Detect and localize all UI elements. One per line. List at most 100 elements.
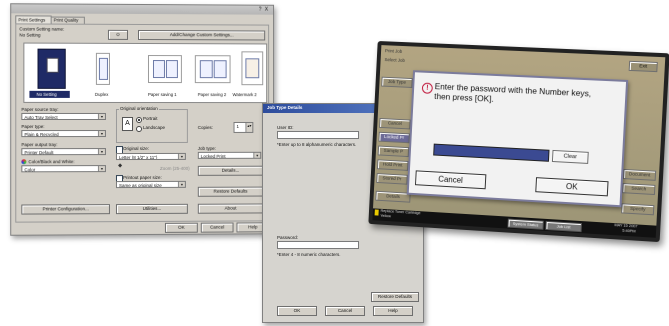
thumbnail-duplex[interactable] [95, 52, 110, 85]
paper-source-value: Auto Tray Select [24, 114, 58, 121]
thumbnail-label: Duplex [94, 91, 109, 97]
thumbnail-paper-saving-1[interactable] [147, 55, 182, 84]
chevron-down-icon: ▾ [97, 131, 105, 137]
print-settings-dialog: ? X Print Settings Print Quality Custom … [10, 3, 275, 236]
job-type-label: Job type: [197, 145, 216, 151]
paper-source-select[interactable]: Auto Tray Select ▾ [21, 112, 106, 121]
ok-button[interactable]: OK [277, 306, 317, 316]
chevron-down-icon: ▾ [253, 152, 261, 158]
paper-type-value: Plain & Recycled [24, 132, 59, 138]
zoom-icon: ⬥ [117, 163, 123, 170]
cancel-button[interactable]: Cancel [200, 222, 234, 233]
restore-defaults-button[interactable]: Restore Defaults [371, 292, 419, 302]
about-button[interactable]: About [197, 203, 264, 214]
chevron-down-icon: ▾ [97, 149, 105, 155]
portrait-radio[interactable] [136, 116, 143, 124]
paper-output-label: Paper output tray: [21, 142, 58, 148]
cancel-button[interactable]: Cancel [414, 170, 487, 190]
thumbnail-watermark-2[interactable] [241, 51, 264, 86]
exit-button[interactable]: Exit [628, 60, 658, 73]
panel-right-item[interactable]: Search [622, 183, 656, 196]
cancel-button[interactable]: Cancel [325, 306, 365, 316]
utilities-button[interactable]: Utilities... [115, 203, 188, 215]
paper-output-select[interactable]: Printer Default ▾ [21, 148, 106, 156]
landscape-radio[interactable] [136, 126, 143, 133]
orientation-label: Original orientation [118, 105, 159, 112]
thumbnail-label: Paper saving 2 [197, 92, 227, 98]
panel-left-item[interactable]: Job Type [381, 76, 413, 88]
landscape-label: Landscape [143, 124, 165, 130]
watermark-icon [245, 58, 260, 79]
help-button[interactable]: Help [373, 306, 413, 316]
panel-subtitle: Select Job [384, 57, 406, 63]
thumbnail-no-setting[interactable] [37, 48, 66, 89]
color-label: Color/Black and White: [28, 159, 75, 165]
panel-right-item[interactable]: Specify [621, 203, 655, 216]
thumbnail-label: Watermark 2 [232, 92, 257, 98]
user-id-input[interactable] [277, 131, 359, 139]
orientation-page-icon: A [121, 116, 134, 132]
page-icon [152, 60, 165, 79]
password-label: Password: [277, 235, 299, 240]
paper-output-value: Printer Default [24, 150, 54, 156]
dialog-title: Job Type Details [267, 105, 303, 110]
panel-left-item[interactable]: Locked Pr [378, 131, 410, 144]
details-button[interactable]: Details... [197, 165, 264, 176]
chevron-down-icon: ▾ [177, 181, 185, 187]
page-icon [213, 60, 227, 79]
copies-input[interactable]: 1 ▴▾ [233, 121, 254, 133]
dialog-title-bar [11, 4, 274, 15]
color-icon [21, 159, 27, 165]
title-bar-controls[interactable]: ? X [259, 7, 269, 13]
panel-left-item[interactable]: Cancel [379, 118, 411, 130]
password-prompt-popup: ! Enter the password with the Number key… [406, 70, 629, 208]
portrait-label: Portrait [143, 116, 158, 121]
zoom-label: Zoom (25-400) [159, 165, 190, 171]
custom-setting-label: Custom Setting name: [19, 26, 65, 32]
printout-size-value: Same as original size [118, 182, 162, 189]
clear-button[interactable]: Clear [551, 149, 589, 164]
chevron-down-icon: ▾ [97, 113, 105, 119]
control-panel-bezel: Print Job Select Job Exit Job Type Cance… [368, 40, 669, 243]
time-readout: 5:40PM [622, 228, 636, 234]
add-change-custom-settings-button[interactable]: Add/Change Custom Settings... [138, 29, 266, 41]
ok-button[interactable]: OK [535, 177, 609, 197]
panel-right-item[interactable]: Document [622, 168, 657, 181]
paper-type-select[interactable]: Plain & Recycled ▾ [21, 130, 106, 138]
thumbnail-label: Paper saving 1 [147, 92, 177, 98]
panel-details-button[interactable]: Details [375, 190, 411, 203]
status-message-sub: Yellow [380, 213, 391, 219]
spinner-icon[interactable]: ▴▾ [245, 122, 253, 132]
restore-defaults-button[interactable]: Restore Defaults [197, 186, 264, 197]
panel-left-item[interactable]: Sample P [377, 145, 410, 158]
custom-setting-value: No Setting [19, 32, 41, 38]
user-id-hint: *Enter up to 8 alphanumeric characters. [277, 142, 357, 147]
tab-label: Print Settings [18, 17, 46, 23]
chevron-down-icon: ▾ [97, 166, 105, 172]
panel-left-item[interactable]: Stored Pr [376, 173, 408, 185]
password-entry-field[interactable] [433, 143, 550, 162]
password-hint: *Enter 4 - 8 numeric characters. [277, 252, 341, 257]
password-input[interactable] [277, 241, 359, 249]
printer-configuration-button[interactable]: Printer Configuration... [21, 204, 110, 215]
thumbnail-paper-saving-2[interactable] [194, 55, 231, 84]
copies-label: Copies: [197, 124, 213, 130]
job-type-select[interactable]: Locked Print ▾ [197, 151, 262, 159]
printout-size-select[interactable]: Same as original size ▾ [115, 180, 186, 189]
chevron-down-icon: ▾ [177, 153, 185, 159]
settings-icon: ⊙ [116, 31, 120, 37]
original-size-select[interactable]: Letter (8 1/2" x 11") ▾ [115, 152, 186, 161]
page-icon [98, 57, 108, 80]
radio-selected-dot [138, 118, 141, 122]
user-id-label: User ID: [277, 125, 294, 130]
color-select[interactable]: Color ▾ [21, 165, 106, 173]
printout-size-label: Printout paper size: [122, 174, 162, 181]
ok-button[interactable]: OK [164, 222, 198, 233]
color-value: Color [24, 167, 36, 173]
page-icon [199, 60, 213, 79]
tab-label: Print Quality [53, 17, 79, 23]
page-icon [46, 57, 59, 73]
thumbnail-label: No Setting [36, 91, 57, 97]
custom-setting-icon-button[interactable]: ⊙ [107, 29, 128, 40]
panel-left-item[interactable]: Hold Print [376, 159, 409, 171]
